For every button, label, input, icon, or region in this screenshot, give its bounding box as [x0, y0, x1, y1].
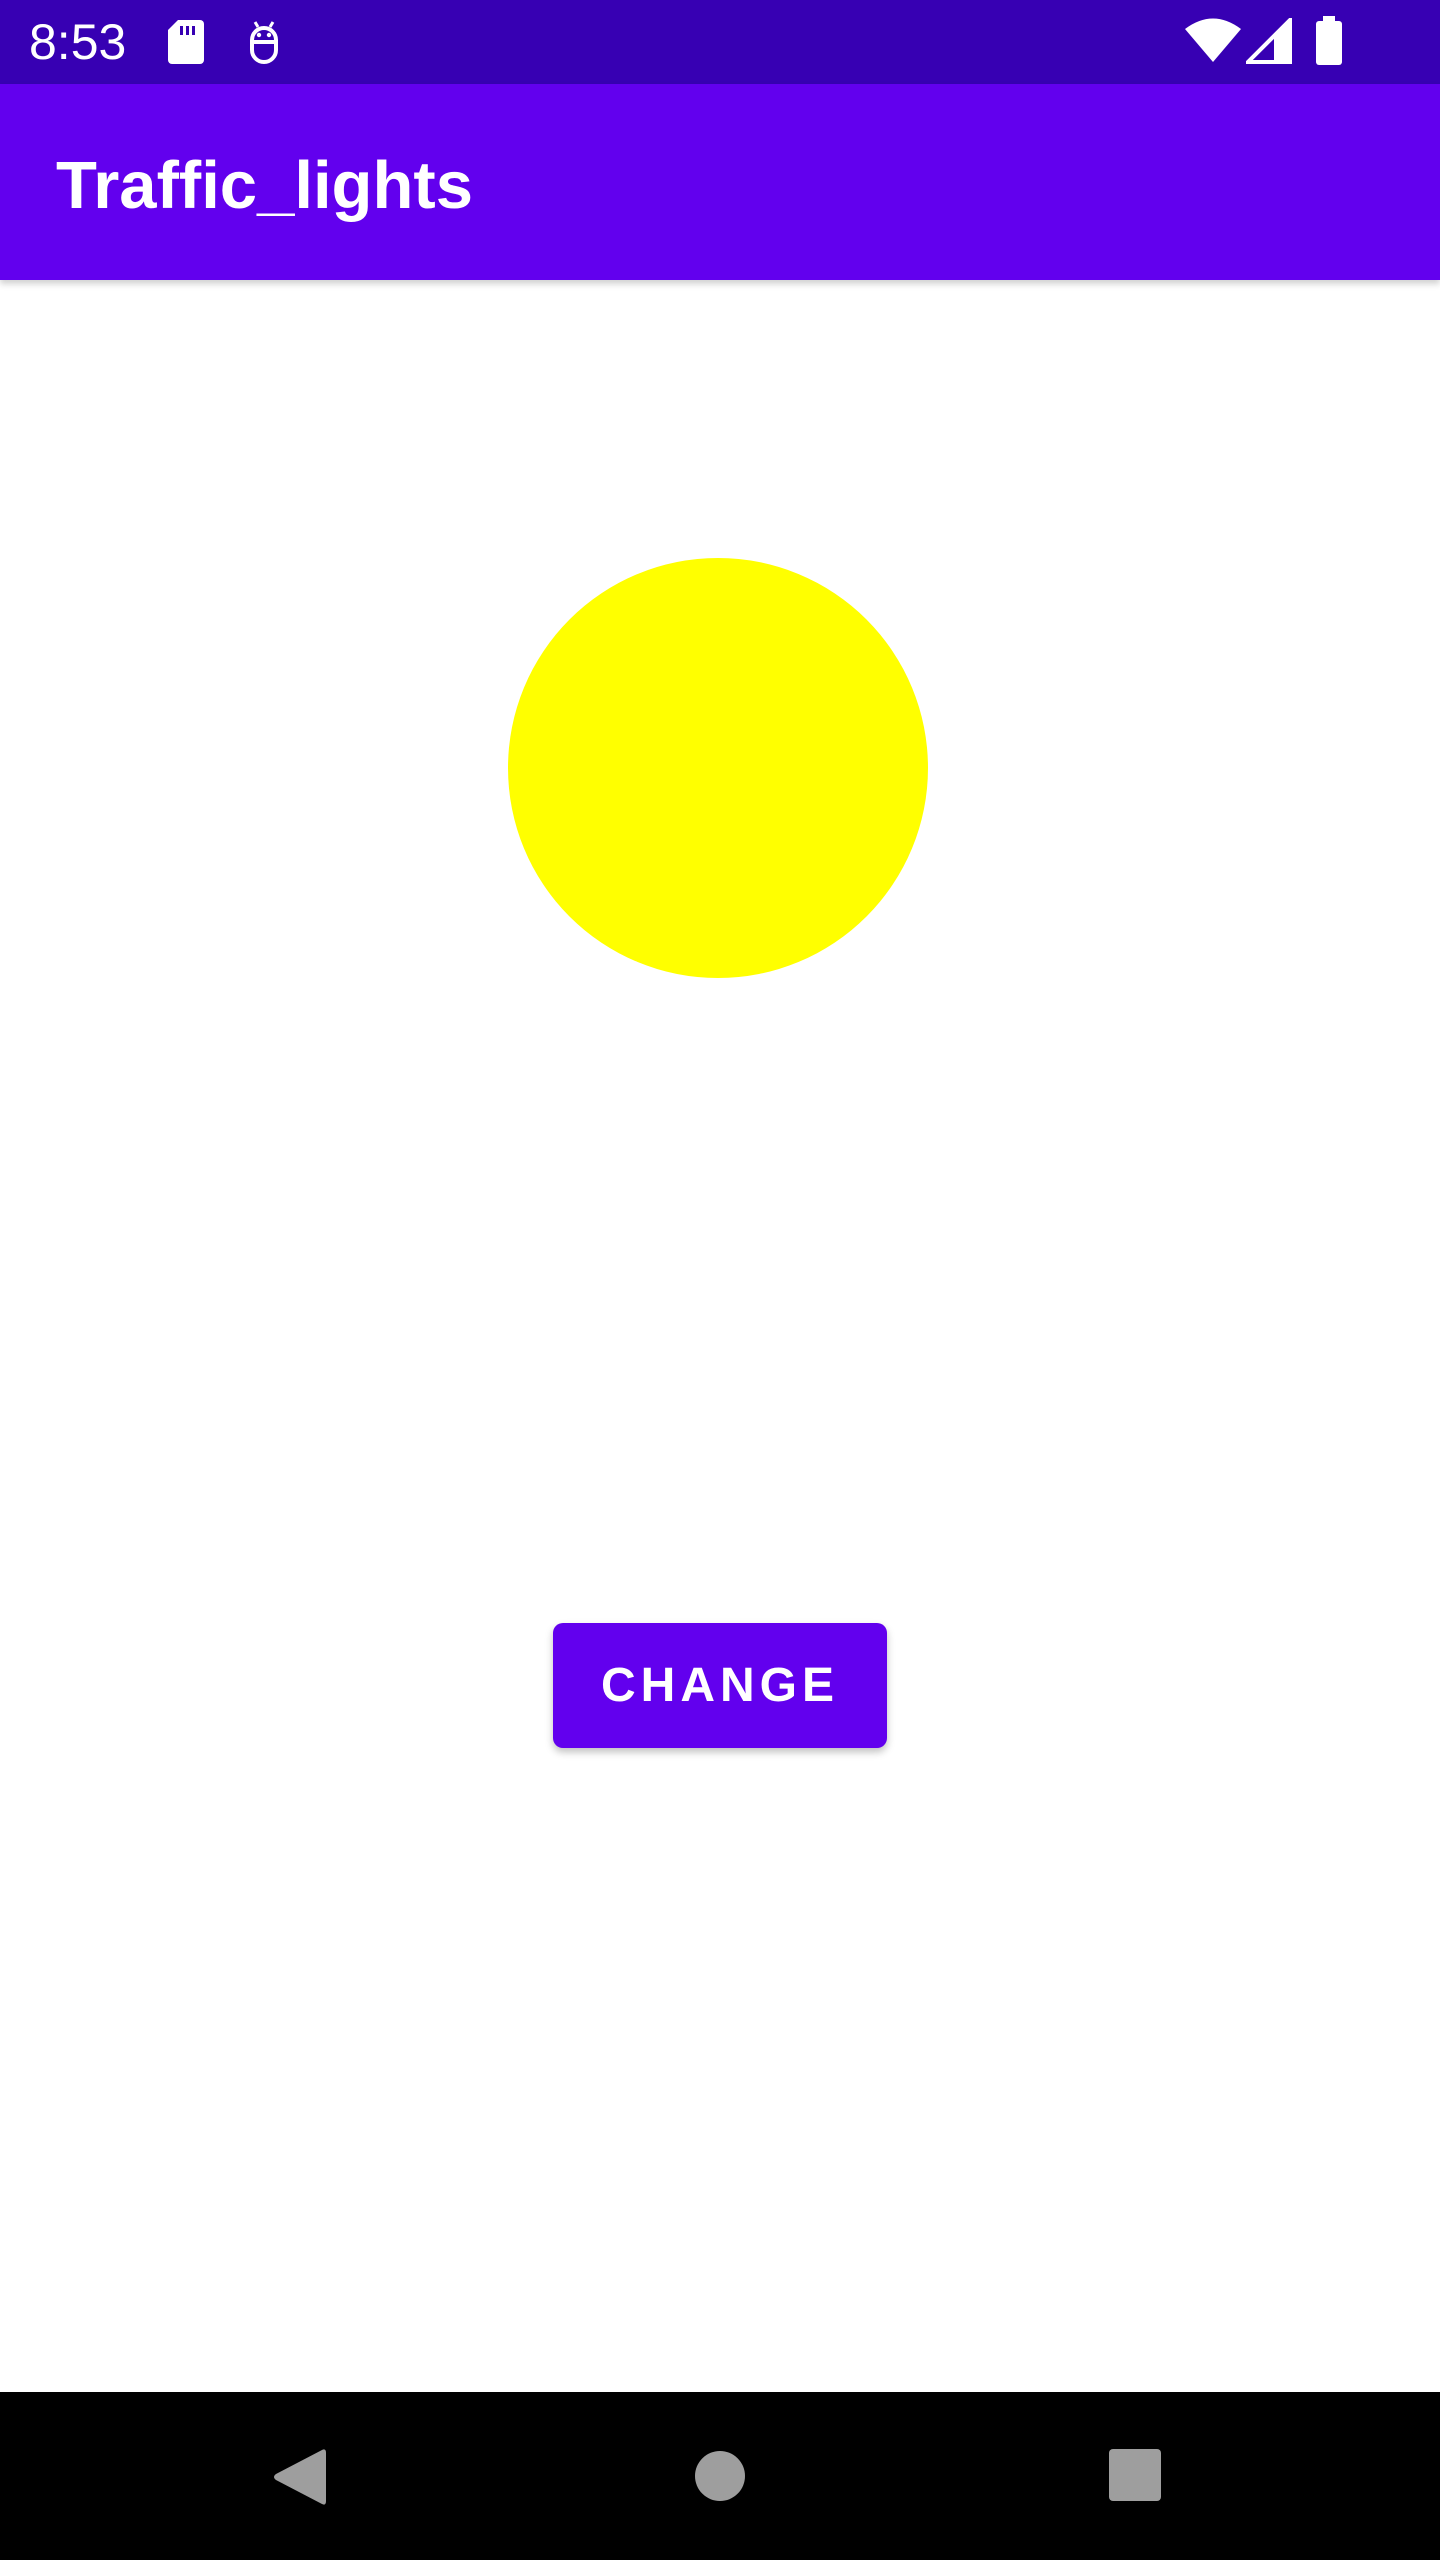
wifi-icon [1185, 18, 1241, 62]
home-icon[interactable] [694, 2450, 746, 2502]
sd-card-icon [168, 20, 204, 64]
status-bar: 8:53 [0, 0, 1440, 84]
android-debug-icon [250, 21, 278, 64]
back-icon[interactable] [270, 2446, 330, 2508]
app-title: Traffic_lights [56, 148, 473, 223]
recents-icon[interactable] [1108, 2448, 1162, 2502]
status-time: 8:53 [29, 14, 127, 70]
navigation-bar [0, 2392, 1440, 2560]
app-bar: Traffic_lights [0, 84, 1440, 280]
screen: 8:53 Traffic_lights CHANGE [0, 0, 1440, 2560]
cell-signal-icon [1246, 18, 1292, 64]
change-button[interactable]: CHANGE [553, 1623, 887, 1748]
traffic-light-circle [508, 558, 928, 978]
battery-icon [1316, 16, 1342, 65]
